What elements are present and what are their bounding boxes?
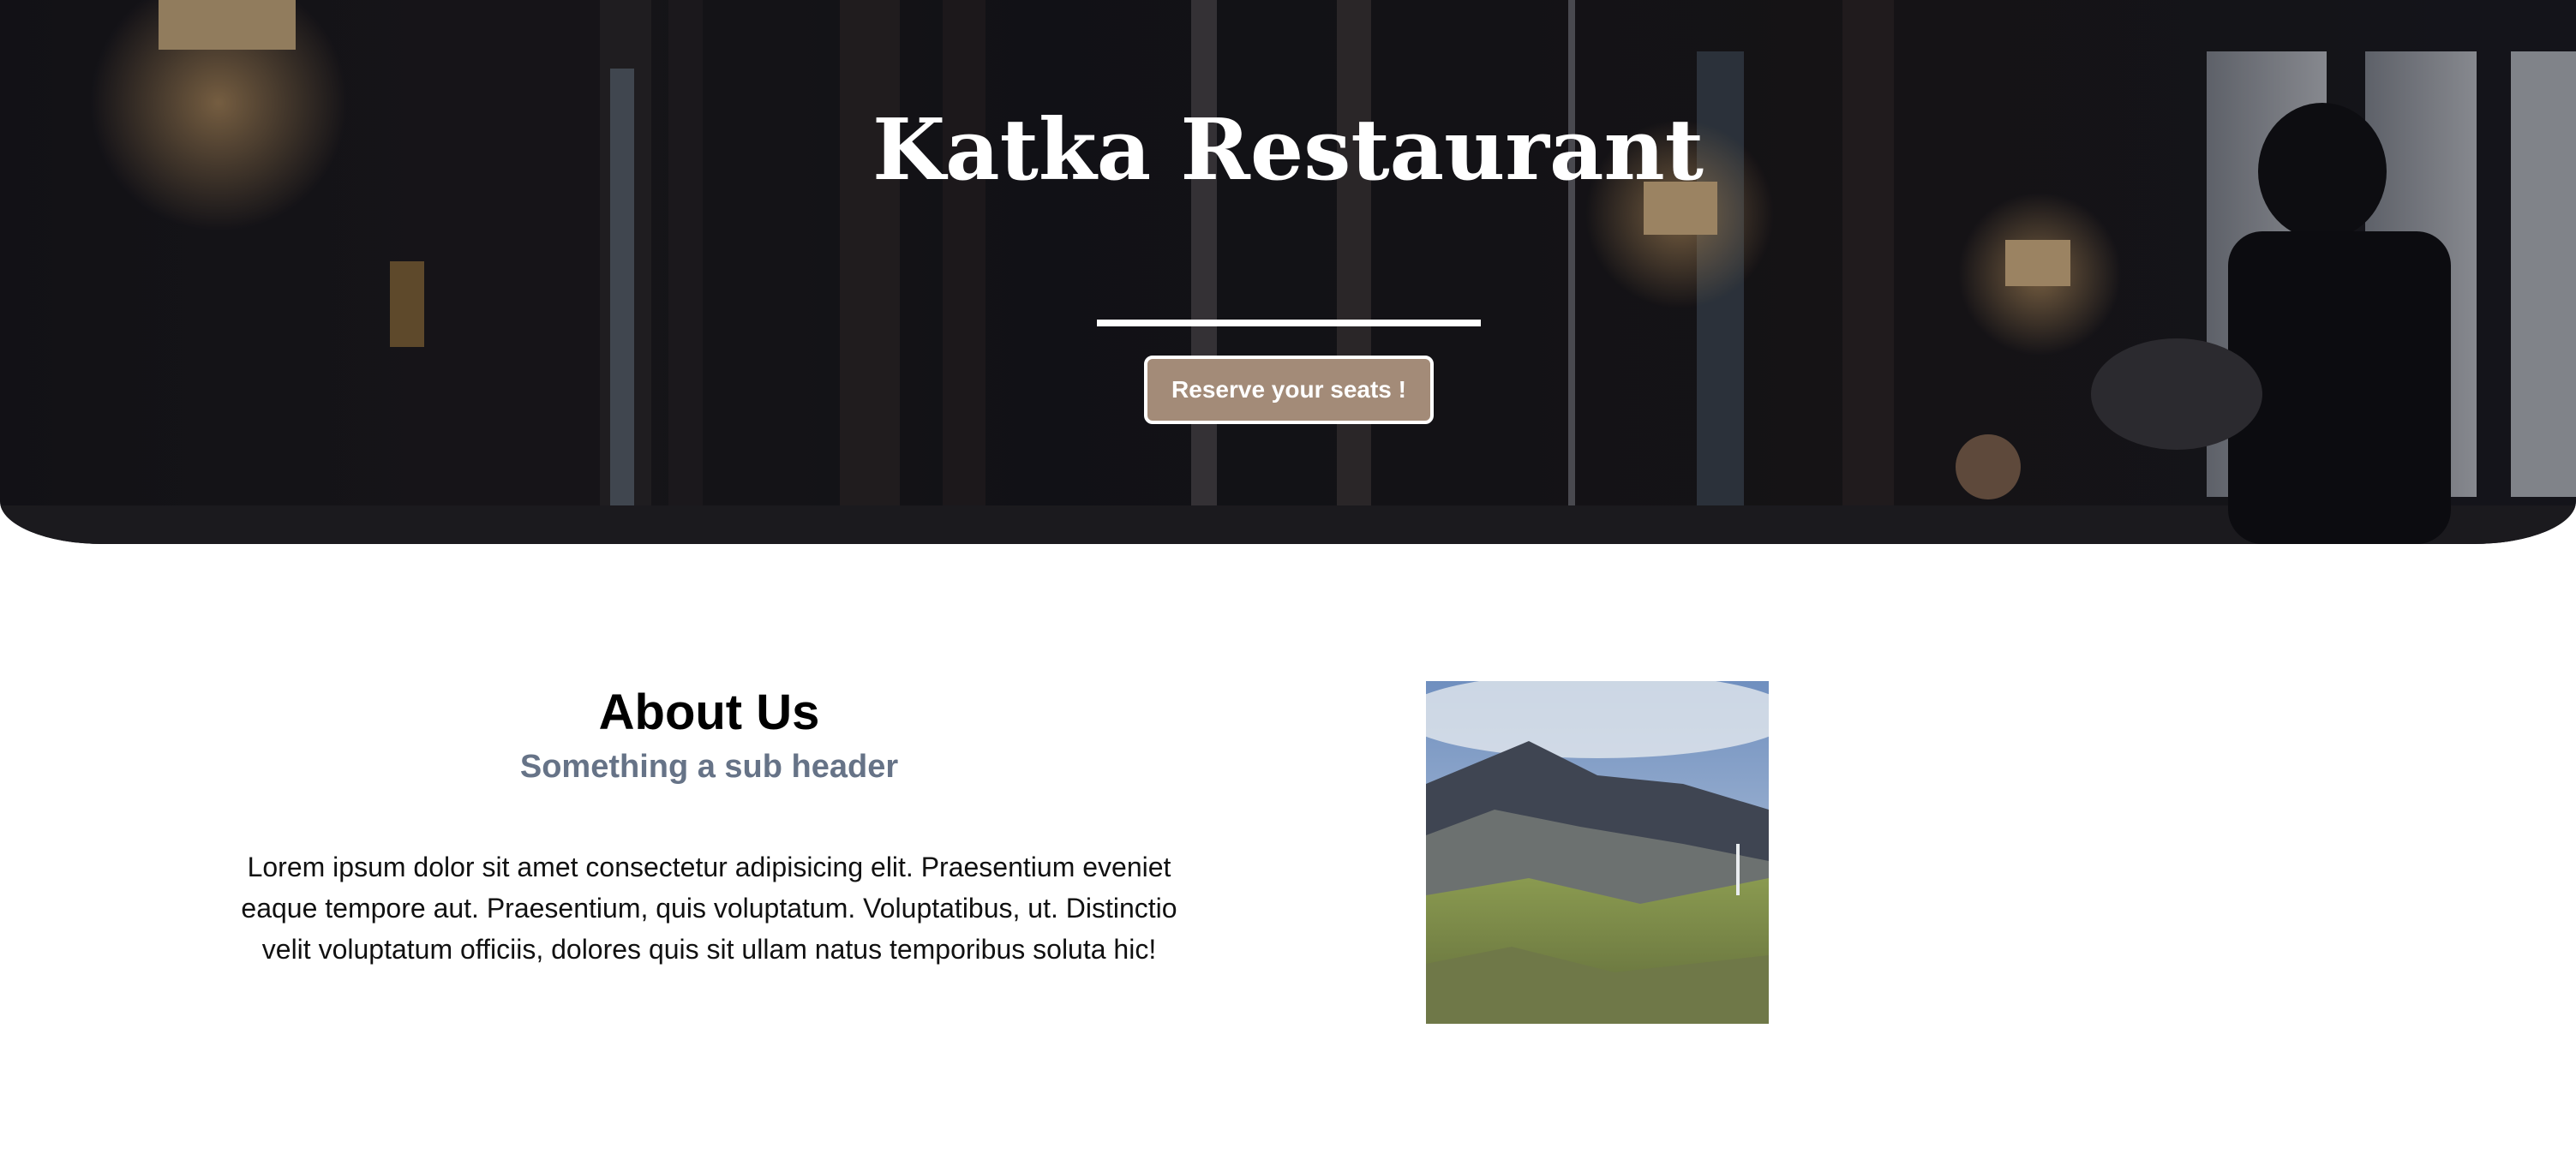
about-body-text: Lorem ipsum dolor sit amet consectetur a… [241, 852, 1177, 965]
restaurant-interior-photo [0, 0, 2576, 544]
reserve-seats-button[interactable]: Reserve your seats ! [1144, 356, 1434, 424]
hero-banner: Katka Restaurant Reserve your seats ! [0, 0, 2576, 544]
hero-divider [1097, 320, 1481, 326]
about-subtitle: Something a sub header [519, 749, 899, 785]
hero-title: Katka Restaurant [872, 101, 1704, 200]
about-title: About Us [598, 685, 820, 740]
mountain-landscape-image [1426, 681, 1769, 1024]
